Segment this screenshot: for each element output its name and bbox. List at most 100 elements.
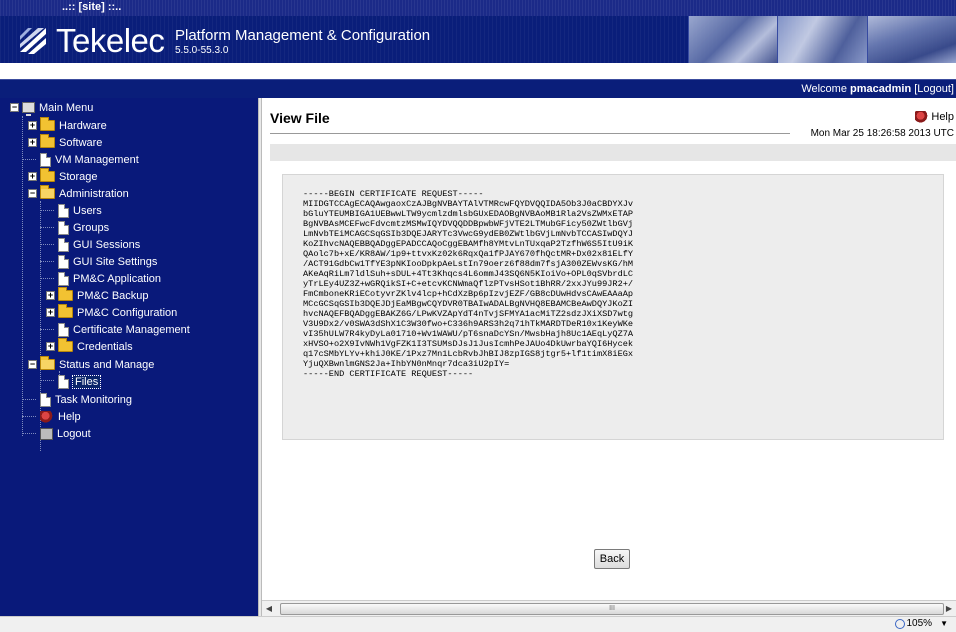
welcome-prefix: Welcome bbox=[801, 83, 847, 95]
expand-icon[interactable]: + bbox=[28, 121, 37, 130]
site-bar: ..:: [site] ::.. bbox=[0, 0, 956, 16]
file-content: -----BEGIN CERTIFICATE REQUEST----- MIID… bbox=[303, 189, 634, 379]
expand-icon[interactable]: + bbox=[46, 291, 55, 300]
menu-storage-label: Storage bbox=[59, 170, 98, 183]
expand-icon[interactable]: + bbox=[46, 342, 55, 351]
menu-pmc-configuration[interactable]: + PM&C Configuration bbox=[46, 304, 177, 321]
brand-name: Tekelec bbox=[56, 22, 165, 59]
menu-help[interactable]: Help bbox=[40, 408, 81, 425]
open-folder-icon bbox=[40, 356, 55, 370]
page-icon bbox=[58, 322, 69, 337]
menu-gui-site-settings[interactable]: GUI Site Settings bbox=[58, 253, 157, 270]
menu-status-and-manage[interactable]: − Status and Manage bbox=[28, 356, 154, 373]
menu-task-monitoring-label: Task Monitoring bbox=[55, 393, 133, 406]
file-content-box: -----BEGIN CERTIFICATE REQUEST----- MIID… bbox=[282, 174, 944, 440]
menu-software-label: Software bbox=[59, 136, 103, 149]
menu-pmc-application[interactable]: PM&C Application bbox=[58, 270, 161, 287]
scroll-left-arrow-icon[interactable]: ◀ bbox=[262, 602, 276, 616]
scroll-right-arrow-icon[interactable]: ▶ bbox=[942, 602, 956, 616]
zoom-level: 105% bbox=[906, 618, 933, 629]
menu-files-label: Files bbox=[71, 374, 102, 389]
menu-status-and-manage-label: Status and Manage bbox=[59, 358, 155, 371]
menu-logout-label: Logout bbox=[57, 427, 91, 440]
menu-administration[interactable]: − Administration bbox=[28, 185, 129, 202]
menu-storage[interactable]: + Storage bbox=[28, 168, 98, 185]
title-divider bbox=[270, 133, 790, 134]
welcome-bar: Welcome pmacadmin [Logout] bbox=[0, 79, 956, 98]
menu-hardware[interactable]: + Hardware bbox=[28, 117, 107, 134]
menu-logout[interactable]: Logout bbox=[40, 425, 91, 442]
page-icon bbox=[58, 203, 69, 218]
page-icon bbox=[58, 220, 69, 235]
menu-users[interactable]: Users bbox=[58, 202, 102, 219]
app-version: 5.5.0-55.3.0 bbox=[175, 45, 229, 56]
menu-main[interactable]: − Main Menu bbox=[10, 99, 93, 116]
banner-photo bbox=[777, 16, 867, 63]
collapse-icon[interactable]: − bbox=[28, 360, 37, 369]
menu-administration-label: Administration bbox=[59, 187, 129, 200]
folder-icon bbox=[58, 304, 73, 318]
expand-icon[interactable]: + bbox=[28, 138, 37, 147]
sidebar-menu: − Main Menu + Hardware + Software VM Man… bbox=[0, 98, 258, 618]
folder-icon bbox=[40, 134, 55, 148]
page-icon bbox=[58, 271, 69, 286]
page-icon bbox=[40, 152, 51, 167]
menu-users-label: Users bbox=[73, 204, 102, 217]
horizontal-scrollbar[interactable]: ◀ III ▶ bbox=[262, 600, 956, 616]
page-title: View File bbox=[270, 110, 330, 126]
username: pmacadmin bbox=[850, 83, 912, 95]
chevron-down-icon[interactable]: ▼ bbox=[940, 619, 948, 628]
main-menu-icon bbox=[22, 102, 35, 116]
page-icon bbox=[58, 254, 69, 269]
menu-groups-label: Groups bbox=[73, 221, 110, 234]
menu-credentials-label: Credentials bbox=[77, 340, 133, 353]
menu-pmc-application-label: PM&C Application bbox=[73, 272, 162, 285]
page-icon bbox=[58, 237, 69, 252]
collapse-icon[interactable]: − bbox=[10, 103, 19, 112]
menu-vm-management[interactable]: VM Management bbox=[40, 151, 139, 168]
menu-help-label: Help bbox=[58, 410, 81, 423]
back-button[interactable]: Back bbox=[594, 549, 630, 569]
zoom-icon bbox=[894, 618, 905, 629]
subheader-bar bbox=[270, 144, 956, 161]
timestamp: Mon Mar 25 18:26:58 2013 UTC bbox=[806, 128, 954, 139]
menu-task-monitoring[interactable]: Task Monitoring bbox=[40, 391, 132, 408]
banner-photo bbox=[866, 16, 956, 63]
scroll-thumb[interactable]: III bbox=[280, 603, 944, 615]
expand-icon[interactable]: + bbox=[46, 308, 55, 317]
menu-gui-site-settings-label: GUI Site Settings bbox=[73, 255, 158, 268]
menu-vm-management-label: VM Management bbox=[55, 153, 139, 166]
menu-pmc-configuration-label: PM&C Configuration bbox=[77, 306, 178, 319]
help-icon bbox=[915, 111, 930, 123]
help-link[interactable]: Help bbox=[915, 111, 954, 123]
page-icon bbox=[40, 392, 51, 407]
banner-photos bbox=[688, 16, 956, 63]
banner-photo bbox=[688, 16, 778, 63]
app-title: Platform Management & Configuration bbox=[175, 27, 431, 44]
menu-certificate-management[interactable]: Certificate Management bbox=[58, 321, 190, 338]
logout-link[interactable]: [Logout] bbox=[914, 83, 954, 95]
page-icon bbox=[58, 374, 69, 389]
tekelec-logo-icon bbox=[20, 28, 46, 54]
help-icon bbox=[40, 410, 54, 423]
menu-gui-sessions[interactable]: GUI Sessions bbox=[58, 236, 140, 253]
status-bar: 105% ▼ bbox=[0, 616, 956, 632]
menu-pmc-backup[interactable]: + PM&C Backup bbox=[46, 287, 149, 304]
collapse-icon[interactable]: − bbox=[28, 189, 37, 198]
browser-window: ..:: [site] ::.. Tekelec Platform Manage… bbox=[0, 0, 956, 632]
menu-main-label: Main Menu bbox=[39, 101, 94, 114]
site-label: ..:: [site] ::.. bbox=[62, 1, 122, 13]
folder-icon bbox=[58, 338, 73, 352]
welcome-text: Welcome pmacadmin [Logout] bbox=[801, 83, 954, 95]
menu-software[interactable]: + Software bbox=[28, 134, 102, 151]
folder-icon bbox=[40, 168, 55, 182]
menu-credentials[interactable]: + Credentials bbox=[46, 338, 133, 355]
logout-icon bbox=[40, 427, 53, 440]
content-pane: View File Help Mon Mar 25 18:26:58 2013 … bbox=[262, 98, 956, 598]
menu-files[interactable]: Files bbox=[58, 373, 102, 390]
folder-icon bbox=[40, 117, 55, 131]
zoom-control[interactable]: 105% ▼ bbox=[894, 618, 948, 629]
menu-groups[interactable]: Groups bbox=[58, 219, 109, 236]
expand-icon[interactable]: + bbox=[28, 172, 37, 181]
menu-hardware-label: Hardware bbox=[59, 119, 107, 132]
